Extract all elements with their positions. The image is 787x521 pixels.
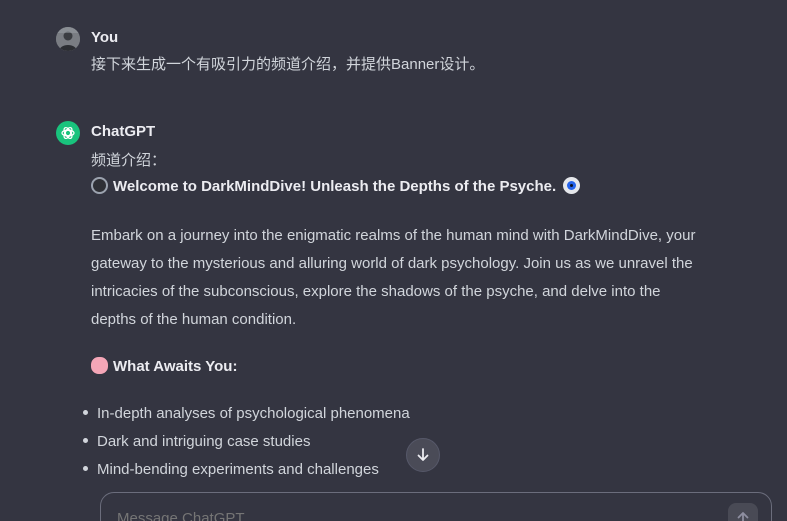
list-item-text: Mind-bending experiments and challenges bbox=[97, 461, 379, 478]
message-composer bbox=[100, 492, 772, 521]
user-avatar bbox=[56, 27, 80, 51]
bullet-icon bbox=[83, 410, 88, 415]
eye-icon bbox=[563, 177, 581, 194]
openai-logo-icon bbox=[61, 126, 75, 140]
list-item: In-depth analyses of psychological pheno… bbox=[83, 400, 410, 428]
brain-icon bbox=[91, 357, 108, 374]
list-item: Dark and intriguing case studies bbox=[83, 428, 410, 456]
channel-description: Embark on a journey into the enigmatic r… bbox=[91, 222, 751, 334]
arrow-down-icon bbox=[417, 448, 429, 461]
chatgpt-avatar bbox=[56, 121, 80, 145]
intro-label: 频道介绍： bbox=[91, 152, 167, 169]
list-item: Mind-bending experiments and challenges bbox=[83, 456, 410, 484]
assistant-sender-name: ChatGPT bbox=[91, 123, 156, 140]
headline-text: Welcome to DarkMindDive! Unleash the Dep… bbox=[113, 178, 557, 195]
film-reel-icon bbox=[91, 177, 108, 194]
description-line: gateway to the mysterious and alluring w… bbox=[91, 255, 693, 272]
list-item-text: Dark and intriguing case studies bbox=[97, 433, 311, 450]
chat-page: You 接下来生成一个有吸引力的频道介绍，并提供Banner设计。 ChatGP… bbox=[0, 0, 787, 521]
description-line: depths of the human condition. bbox=[91, 311, 297, 328]
description-line: Embark on a journey into the enigmatic r… bbox=[91, 227, 696, 244]
headline: Welcome to DarkMindDive! Unleash the Dep… bbox=[91, 177, 585, 195]
message-input[interactable] bbox=[117, 510, 697, 521]
send-button[interactable] bbox=[728, 503, 758, 521]
list-item-text: In-depth analyses of psychological pheno… bbox=[97, 405, 410, 422]
bullet-icon bbox=[83, 466, 88, 471]
section-heading: What Awaits You: bbox=[91, 357, 237, 375]
description-line: intricacies of the subconscious, explore… bbox=[91, 283, 661, 300]
scroll-to-bottom-button[interactable] bbox=[406, 438, 440, 472]
features-list: In-depth analyses of psychological pheno… bbox=[83, 400, 410, 484]
bullet-icon bbox=[83, 438, 88, 443]
arrow-up-icon bbox=[737, 512, 749, 521]
user-sender-name: You bbox=[91, 29, 119, 46]
section-title: What Awaits You: bbox=[113, 358, 238, 375]
user-message-text: 接下来生成一个有吸引力的频道介绍，并提供Banner设计。 bbox=[91, 56, 485, 73]
user-photo-icon bbox=[56, 27, 80, 51]
